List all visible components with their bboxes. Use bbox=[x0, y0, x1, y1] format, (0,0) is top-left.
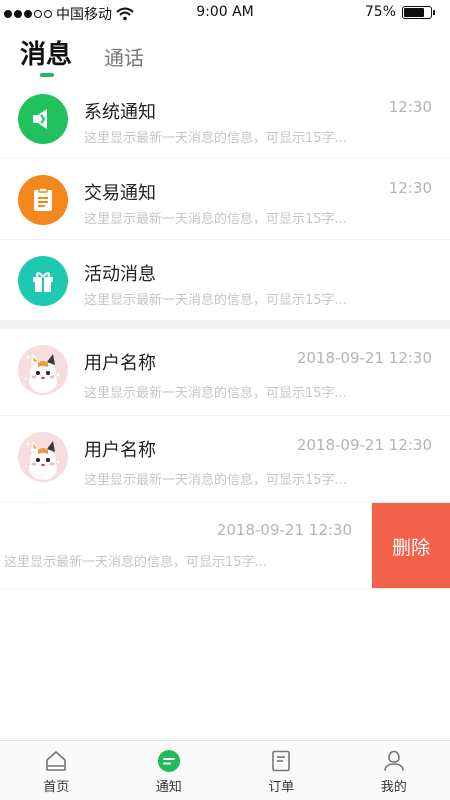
item-time: 2018-09-21 12:30 bbox=[296, 349, 432, 367]
section-divider bbox=[0, 321, 450, 329]
item-preview: 这里显示最新一天消息的信息，可显示15字... bbox=[84, 386, 347, 401]
item-time: 12:30 bbox=[388, 179, 432, 197]
tab-indicator bbox=[40, 73, 54, 77]
tabbar-item-notify[interactable]: 通知 bbox=[113, 741, 226, 800]
tab-messages[interactable]: 消息 bbox=[20, 34, 72, 71]
item-preview: 这里显示最新一天消息的信息，可显示15字... bbox=[84, 293, 347, 308]
gift-icon bbox=[18, 256, 68, 306]
battery-percent: 75% bbox=[364, 4, 396, 20]
item-time: 2018-09-21 12:30 bbox=[216, 521, 352, 539]
list-item-system-notice[interactable]: 系统通知 12:30 这里显示最新一天消息的信息，可显示15字... bbox=[0, 78, 450, 159]
list-item-user[interactable]: 用户名称 2018-09-21 12:30 这里显示最新一天消息的信息，可显示1… bbox=[0, 329, 450, 416]
message-list: 系统通知 12:30 这里显示最新一天消息的信息，可显示15字... 交易通知 … bbox=[0, 78, 450, 589]
tabbar-item-home[interactable]: 首页 bbox=[0, 741, 113, 800]
status-right: 75% bbox=[364, 4, 435, 20]
delete-button[interactable]: 删除 bbox=[372, 503, 450, 588]
item-title: 用户名称 bbox=[84, 440, 156, 461]
item-preview: 这里显示最新一天消息的信息，可显示15字... bbox=[4, 555, 267, 570]
chat-icon bbox=[157, 750, 180, 772]
status-bar: 中国移动 9:00 AM 75% bbox=[0, 0, 450, 28]
item-title: 系统通知 bbox=[84, 102, 156, 123]
tab-calls[interactable]: 通话 bbox=[104, 42, 144, 71]
item-preview: 这里显示最新一天消息的信息，可显示15字... bbox=[84, 212, 347, 227]
item-title: 活动消息 bbox=[84, 264, 156, 285]
avatar bbox=[18, 432, 68, 482]
list-item-trade-notice[interactable]: 交易通知 12:30 这里显示最新一天消息的信息，可显示15字... bbox=[0, 159, 450, 240]
clipboard-icon bbox=[18, 175, 68, 225]
bottom-tabbar: 首页 通知 订单 我的 bbox=[0, 740, 450, 800]
tabbar-label: 通知 bbox=[155, 780, 182, 795]
list-item-activity[interactable]: 活动消息 这里显示最新一天消息的信息，可显示15字... bbox=[0, 240, 450, 321]
swiped-item-content[interactable]: 2018-09-21 12:30 这里显示最新一天消息的信息，可显示15字... bbox=[0, 503, 372, 588]
profile-icon bbox=[383, 750, 404, 771]
top-tabs: 消息 通话 bbox=[0, 34, 450, 84]
list-item-swiped[interactable]: 2018-09-21 12:30 这里显示最新一天消息的信息，可显示15字...… bbox=[0, 503, 450, 589]
tabbar-item-profile[interactable]: 我的 bbox=[338, 741, 450, 800]
item-title: 交易通知 bbox=[84, 183, 156, 204]
order-icon bbox=[272, 750, 291, 772]
item-preview: 这里显示最新一天消息的信息，可显示15字... bbox=[84, 131, 347, 146]
tabbar-item-orders[interactable]: 订单 bbox=[225, 741, 338, 800]
item-preview: 这里显示最新一天消息的信息，可显示15字... bbox=[84, 473, 347, 488]
list-item-user[interactable]: 用户名称 2018-09-21 12:30 这里显示最新一天消息的信息，可显示1… bbox=[0, 416, 450, 503]
tabbar-label: 订单 bbox=[268, 780, 295, 795]
item-time: 2018-09-21 12:30 bbox=[296, 436, 432, 454]
megaphone-icon bbox=[18, 94, 68, 144]
tabbar-label: 首页 bbox=[43, 780, 70, 795]
tabbar-label: 我的 bbox=[380, 780, 407, 795]
avatar bbox=[18, 345, 68, 395]
battery-icon bbox=[402, 5, 435, 19]
home-icon bbox=[46, 751, 67, 771]
item-title: 用户名称 bbox=[84, 353, 156, 374]
item-time: 12:30 bbox=[388, 98, 432, 116]
